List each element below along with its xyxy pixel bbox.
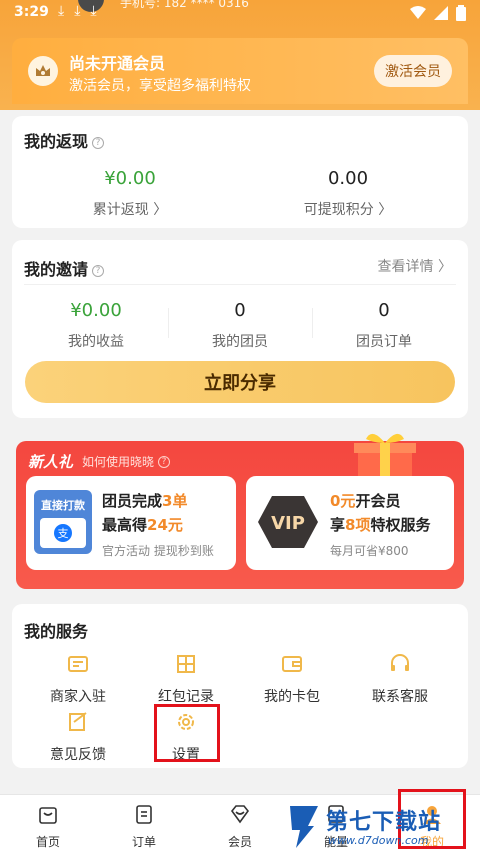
signal-icon bbox=[434, 6, 448, 20]
service-my-cards[interactable]: 我的卡包 bbox=[242, 652, 342, 706]
gift-box-icon bbox=[354, 433, 416, 481]
notification-icons: ⤓ ⤓ ⤓ bbox=[58, 3, 97, 19]
promo1-foot: 官方活动 提现秒到账 bbox=[102, 544, 214, 558]
member-banner[interactable]: 尚未开通会员 激活会员，享受超多福利特权 激活会员 bbox=[12, 38, 468, 104]
status-time: 3:29 bbox=[14, 4, 49, 20]
tab-orders[interactable]: 订单 bbox=[114, 803, 174, 850]
my-members-label: 我的团员 bbox=[212, 334, 268, 350]
settings-highlight-box bbox=[154, 704, 220, 762]
site-watermark: 第七下载站 www.d7down.com bbox=[286, 802, 476, 854]
my-services-card: 我的服务 商家入驻 红包记录 我的卡包 联系客服 意见反馈 设置 bbox=[12, 604, 468, 768]
promo1-line1: 团员完成3单 bbox=[102, 492, 188, 510]
help-icon: ? bbox=[158, 456, 171, 468]
invite-title: 我的邀请? bbox=[24, 256, 105, 280]
tab-member[interactable]: 会员 bbox=[210, 803, 270, 850]
member-orders-value: 0 bbox=[378, 300, 390, 321]
activate-member-button[interactable]: 激活会员 bbox=[374, 55, 452, 87]
direct-pay-badge: 直接打款 支 bbox=[34, 490, 92, 554]
member-subtitle: 激活会员，享受超多福利特权 bbox=[69, 78, 251, 94]
divider bbox=[168, 308, 169, 338]
services-title: 我的服务 bbox=[24, 622, 89, 641]
vip-badge-icon: VIP bbox=[258, 496, 318, 548]
service-feedback[interactable]: 意见反馈 bbox=[28, 710, 128, 764]
share-now-button[interactable]: 立即分享 bbox=[25, 361, 455, 403]
newcomer-gift-panel: 新人礼 如何使用晓晓? 直接打款 支 团员完成3单 最高得24元 官方活动 提现… bbox=[16, 433, 464, 589]
vip-promo-card[interactable]: VIP 0元开会员 享8项特权服务 每月可省¥800 bbox=[246, 476, 454, 570]
my-members[interactable]: 0 我的团员 bbox=[170, 300, 310, 351]
how-to-use-link[interactable]: 如何使用晓晓? bbox=[82, 453, 171, 470]
alipay-icon: 支 bbox=[40, 518, 86, 548]
download-icon: ⤓ bbox=[58, 3, 65, 19]
total-cashback-label: 累计返现 〉 bbox=[92, 202, 168, 218]
total-cashback[interactable]: ¥0.00 累计返现 〉 bbox=[60, 168, 200, 219]
cashback-card: 我的返现? ¥0.00 累计返现 〉 0.00 可提现积分 〉 bbox=[12, 116, 468, 228]
service-redpacket-records[interactable]: 红包记录 bbox=[136, 652, 236, 706]
help-icon[interactable]: ? bbox=[92, 265, 105, 277]
watermark-url: www.d7down.com bbox=[328, 834, 429, 847]
divider bbox=[24, 284, 456, 285]
withdrawable-points-label: 可提现积分 〉 bbox=[303, 202, 393, 218]
watermark-text: 第七下载站 bbox=[326, 810, 442, 835]
withdrawable-points[interactable]: 0.00 可提现积分 〉 bbox=[278, 168, 418, 219]
status-bar: 3:29 手机号: 182 **** 0316 ⤓ ⤓ ⤓ bbox=[0, 0, 480, 26]
promo2-line1: 0元开会员 bbox=[330, 492, 401, 510]
download-icon: ⤓ bbox=[74, 3, 81, 19]
phone-number: 手机号: 182 **** 0316 bbox=[120, 0, 249, 10]
headset-icon bbox=[391, 654, 409, 671]
my-earnings[interactable]: ¥0.00 我的收益 bbox=[26, 300, 166, 351]
home-bag-icon bbox=[39, 807, 57, 824]
status-indicators bbox=[410, 5, 466, 21]
member-orders[interactable]: 0 团员订单 bbox=[314, 300, 454, 351]
battery-icon bbox=[456, 5, 466, 21]
service-merchant-join[interactable]: 商家入驻 bbox=[28, 652, 128, 706]
help-icon[interactable]: ? bbox=[92, 137, 105, 149]
view-details-link[interactable]: 查看详情 〉 bbox=[378, 256, 452, 276]
promo2-foot: 每月可省¥800 bbox=[330, 544, 409, 558]
edit-icon bbox=[69, 712, 87, 731]
member-crown-icon bbox=[28, 56, 58, 86]
promo2-line2: 享8项特权服务 bbox=[330, 516, 431, 534]
wifi-icon bbox=[410, 6, 426, 19]
order-list-icon bbox=[136, 805, 152, 824]
tab-home[interactable]: 首页 bbox=[18, 803, 78, 850]
invite-card: 我的邀请? 查看详情 〉 ¥0.00 我的收益 0 我的团员 0 团员订单 立即… bbox=[12, 240, 468, 418]
my-earnings-value: ¥0.00 bbox=[70, 300, 122, 321]
newcomer-title: 新人礼 bbox=[28, 453, 74, 471]
total-cashback-value: ¥0.00 bbox=[104, 168, 156, 189]
withdrawable-points-value: 0.00 bbox=[327, 168, 369, 189]
direct-pay-promo-card[interactable]: 直接打款 支 团员完成3单 最高得24元 官方活动 提现秒到账 bbox=[26, 476, 236, 570]
merchant-card-icon bbox=[68, 656, 88, 672]
promo1-line2: 最高得24元 bbox=[102, 516, 183, 534]
my-earnings-label: 我的收益 bbox=[68, 334, 124, 350]
watermark-logo-icon bbox=[290, 806, 318, 848]
member-title: 尚未开通会员 bbox=[69, 54, 166, 73]
grid-icon bbox=[177, 655, 195, 673]
service-contact-support[interactable]: 联系客服 bbox=[350, 652, 450, 706]
member-orders-label: 团员订单 bbox=[356, 334, 412, 350]
svg-text:VIP: VIP bbox=[271, 513, 305, 534]
svg-text:支: 支 bbox=[58, 527, 69, 540]
cashback-title: 我的返现? bbox=[24, 128, 105, 152]
member-diamond-icon bbox=[230, 805, 250, 824]
download-icon: ⤓ bbox=[90, 3, 97, 19]
wallet-icon bbox=[282, 656, 302, 672]
my-members-value: 0 bbox=[234, 300, 246, 321]
divider bbox=[312, 308, 313, 338]
